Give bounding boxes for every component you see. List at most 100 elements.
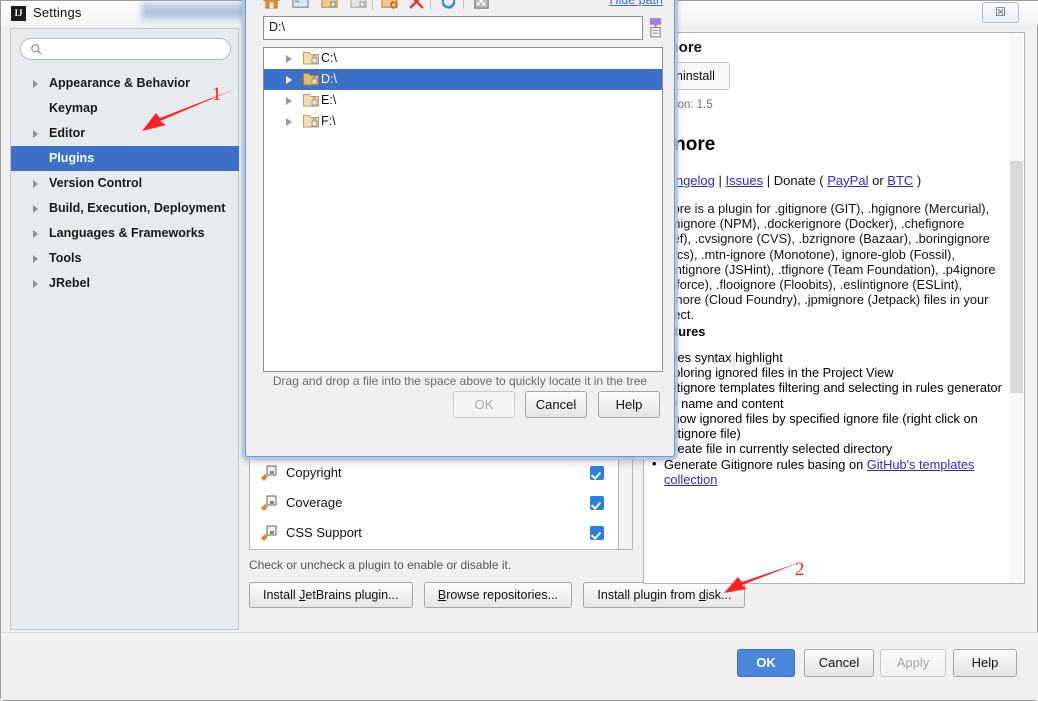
plugin-icon	[261, 495, 277, 511]
settings-footer: OK Cancel Apply Help	[1, 632, 1038, 700]
new-folder-icon[interactable]	[380, 0, 399, 11]
plugin-paragraph: .ignore is a plugin for .gitignore (GIT)…	[652, 201, 996, 322]
chevron-right-icon[interactable]	[286, 118, 292, 126]
drive-folder-icon	[303, 115, 319, 128]
features-heading: Features	[652, 323, 706, 339]
list-item: Files syntax highlight	[652, 349, 1006, 365]
search-input[interactable]	[20, 38, 231, 60]
sidebar-item-languages-frameworks[interactable]: Languages & Frameworks	[11, 221, 240, 246]
browse-repositories-button[interactable]: Browse repositories...	[423, 582, 573, 608]
tree-item-d-drive[interactable]: D:\	[264, 69, 662, 90]
annotation-number-1: 1	[212, 84, 222, 105]
cancel-button[interactable]: Cancel	[804, 649, 874, 677]
chevron-right-icon	[33, 255, 38, 263]
features-list: Files syntax highlight Coloring ignored …	[652, 349, 1006, 488]
table-row[interactable]: Copyright	[250, 458, 618, 488]
paypal-link[interactable]: PayPal	[827, 173, 868, 188]
collapse-folder-icon[interactable]	[349, 0, 368, 11]
tree-item-label: D:\	[321, 72, 337, 86]
home-icon[interactable]	[262, 0, 281, 11]
chevron-right-icon	[33, 230, 38, 238]
ok-button[interactable]: OK	[737, 649, 795, 677]
plugin-list-scrollbar[interactable]	[619, 458, 633, 550]
hide-path-link[interactable]: Hide path	[609, 0, 663, 7]
dialog-help-button[interactable]: Help	[598, 391, 660, 418]
sidebar-item-label: Version Control	[49, 176, 143, 190]
sidebar-item-label: Languages & Frameworks	[49, 226, 205, 240]
paste-from-clipboard-icon[interactable]	[648, 17, 663, 38]
apply-button[interactable]: Apply	[880, 649, 946, 677]
chevron-right-icon[interactable]	[286, 76, 292, 84]
plugin-description-panel: .ignore Uninstall Version: 1.5 .ignore C…	[643, 32, 1025, 584]
plugin-name: Copyright	[286, 465, 342, 480]
plugin-enabled-checkbox[interactable]	[590, 526, 604, 540]
plugin-name: Coverage	[286, 495, 343, 510]
plugin-icon	[261, 465, 277, 481]
expand-folder-icon[interactable]	[320, 0, 339, 11]
search-icon	[31, 44, 42, 55]
annotation-arrow-2	[724, 562, 801, 593]
sidebar-item-jrebel[interactable]: JRebel	[11, 271, 240, 296]
plugins-hint: Check or uncheck a plugin to enable or d…	[249, 558, 512, 572]
path-input[interactable]: D:\	[263, 16, 643, 40]
tree-item-label: F:\	[321, 114, 336, 128]
table-row[interactable]: Cucumber for Groovy	[250, 548, 618, 549]
drive-folder-icon	[303, 94, 319, 107]
plugin-enabled-checkbox[interactable]	[590, 466, 604, 480]
chevron-right-icon	[33, 180, 38, 188]
plugin-icon	[261, 525, 277, 541]
refresh-icon[interactable]	[439, 0, 458, 11]
table-row[interactable]: Coverage	[250, 488, 618, 518]
tree-item-f-drive[interactable]: F:\	[264, 111, 662, 132]
sidebar-item-label: Editor	[49, 126, 86, 140]
description-scrollbar-thumb[interactable]	[1010, 161, 1023, 393]
desktop-icon[interactable]	[291, 0, 310, 11]
plugin-title: .ignore	[652, 39, 703, 56]
list-item: Show ignored files by specified ignore f…	[652, 410, 1006, 442]
window-title: Settings	[33, 5, 82, 20]
dialog-hint: Drag and drop a file into the space abov…	[272, 374, 648, 388]
help-button[interactable]: Help	[953, 649, 1017, 677]
close-icon[interactable]: ☒	[982, 2, 1019, 23]
chevron-right-icon	[33, 80, 38, 88]
chevron-right-icon[interactable]	[286, 97, 292, 105]
sidebar-item-label: Build, Execution, Deployment	[49, 201, 226, 215]
plugin-table[interactable]: Copyright Coverage CSS Support	[249, 458, 619, 550]
sidebar-item-label: Plugins	[49, 151, 95, 165]
file-chooser-dialog: Hide path D:\ C:\ D:\ E:\ F:\ Drag and d…	[245, 0, 675, 457]
github-templates-link[interactable]: GitHub's templates collection	[664, 457, 974, 487]
issues-link[interactable]: Issues	[726, 173, 764, 188]
chevron-right-icon[interactable]	[286, 55, 292, 63]
annotation-number-2: 2	[795, 559, 805, 580]
list-item: Coloring ignored files in the Project Vi…	[652, 364, 1006, 380]
sidebar-item-tools[interactable]: Tools	[11, 246, 240, 271]
dialog-cancel-button[interactable]: Cancel	[525, 391, 587, 418]
plugin-version: Version: 1.5	[652, 99, 713, 111]
tree-item-e-drive[interactable]: E:\	[264, 90, 662, 111]
drive-folder-icon	[303, 52, 319, 65]
sidebar-item-label: JRebel	[49, 276, 90, 290]
tree-item-c-drive[interactable]: C:\	[264, 48, 662, 69]
plugin-description-content: .ignore Uninstall Version: 1.5 .ignore C…	[652, 39, 1006, 487]
donate-label: Donate	[773, 173, 816, 188]
sidebar-item-version-control[interactable]: Version Control	[11, 171, 240, 196]
plugin-name: CSS Support	[286, 525, 362, 540]
show-hidden-icon[interactable]	[472, 0, 491, 11]
directory-tree[interactable]: C:\ D:\ E:\ F:\	[263, 47, 663, 372]
list-item: Generate Gitignore rules basing on GitHu…	[652, 456, 1006, 488]
table-row[interactable]: CSS Support	[250, 518, 618, 548]
dialog-toolbar: Hide path	[247, 0, 673, 14]
intellij-logo-icon: IJ	[11, 6, 26, 21]
plugin-links-line: Changelog | Issues | Donate ( PayPal or …	[652, 173, 922, 188]
install-jetbrains-plugin-button[interactable]: Install JetBrains plugin...	[249, 582, 413, 608]
sidebar-item-plugins[interactable]: Plugins	[11, 146, 240, 171]
chevron-right-icon	[33, 130, 38, 138]
dialog-ok-button[interactable]: OK	[453, 391, 515, 418]
plugin-enabled-checkbox[interactable]	[590, 496, 604, 510]
screenshot-root: IJ Settings ☒ Appearance & Behavior Keym…	[0, 0, 1038, 701]
btc-link[interactable]: BTC	[887, 173, 913, 188]
plugin-heading: .ignore	[652, 134, 716, 155]
sidebar-item-build-execution-deployment[interactable]: Build, Execution, Deployment	[11, 196, 240, 221]
sidebar-item-label: Keymap	[49, 101, 98, 115]
delete-icon[interactable]	[407, 0, 426, 11]
